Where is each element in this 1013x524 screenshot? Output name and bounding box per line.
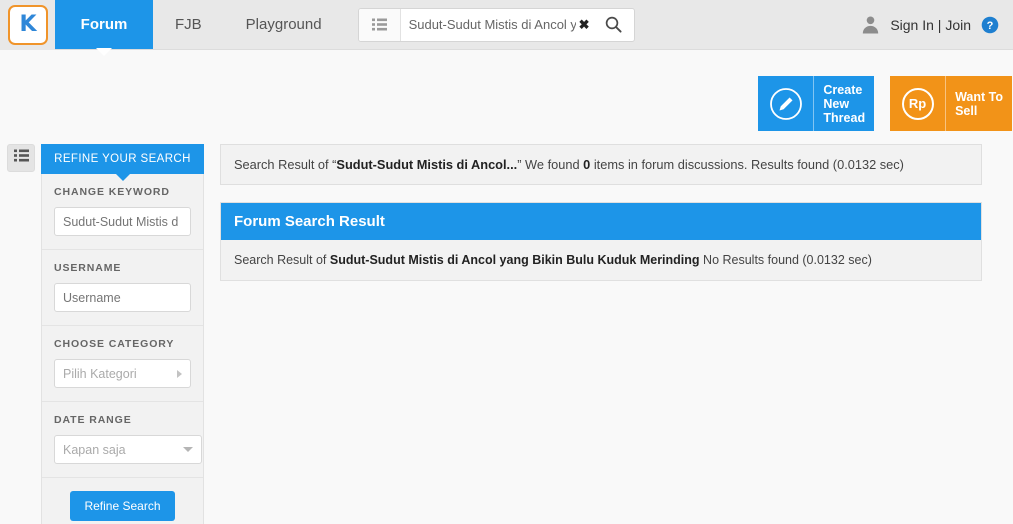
want-to-sell-line2: Sell [955, 103, 978, 118]
filter-choose-category-label: CHOOSE CATEGORY [54, 338, 175, 350]
filter-change-keyword: CHANGE KEYWORD [42, 174, 203, 250]
summary-middle: ” We found [517, 157, 584, 172]
result-body-suffix: No Results found (0.0132 sec) [699, 253, 872, 267]
summary-suffix: items in forum discussions. Results foun… [590, 157, 904, 172]
create-new-thread-label: Create New Thread [813, 76, 874, 131]
create-thread-line2: New [823, 96, 850, 111]
pencil-circle-icon [758, 76, 814, 131]
site-logo[interactable]: K [0, 0, 55, 50]
want-to-sell-label: Want To Sell [945, 76, 1012, 131]
nav-tab-fjb-label: FJB [175, 16, 202, 33]
top-header-bar: K Forum FJB Playground ✖ [0, 0, 1013, 50]
search-summary-bar: Search Result of “Sudut-Sudut Mistis di … [220, 144, 982, 185]
logo-letter-k: K [19, 12, 36, 37]
search-input-wrapper: ✖ [400, 9, 594, 41]
forum-search-result-panel: Forum Search Result Search Result of Sud… [220, 202, 982, 281]
sign-in-join-link[interactable]: Sign In | Join [890, 17, 971, 33]
date-range-select[interactable]: Kapan saja [54, 435, 202, 464]
want-to-sell-line1: Want To [955, 89, 1003, 104]
rupiah-circle-text: Rp [901, 87, 934, 120]
list-menu-icon [13, 149, 29, 167]
caret-right-icon [177, 369, 182, 378]
refine-search-panel: CHANGE KEYWORD USERNAME CHOOSE CATEGORY … [41, 174, 204, 524]
date-range-value: Kapan saja [63, 442, 126, 457]
nav-tab-forum[interactable]: Forum [55, 0, 153, 49]
summary-query: Sudut-Sudut Mistis di Ancol... [336, 157, 518, 172]
search-input[interactable] [400, 17, 594, 32]
caret-down-icon [183, 447, 193, 452]
search-results-main: Search Result of “Sudut-Sudut Mistis di … [204, 144, 1013, 524]
create-thread-line1: Create [823, 82, 863, 97]
choose-category-select[interactable]: Pilih Kategori [54, 359, 191, 388]
sidebar-toggle-button[interactable] [7, 144, 35, 172]
refine-search-button[interactable]: Refine Search [70, 491, 175, 521]
filter-date-range-label: DATE RANGE [54, 414, 132, 426]
result-body-query: Sudut-Sudut Mistis di Ancol yang Bikin B… [329, 253, 700, 267]
account-area: Sign In | Join ? [861, 0, 1013, 49]
help-circle-icon[interactable]: ? [981, 16, 999, 34]
filter-date-range: DATE RANGE Kapan saja [42, 402, 203, 478]
sidebar-toggle-column [0, 144, 41, 524]
username-input[interactable] [54, 283, 191, 312]
summary-prefix: Search Result of “ [234, 157, 337, 172]
result-body-prefix: Search Result of [234, 253, 330, 267]
global-search: ✖ [357, 7, 635, 42]
search-submit-button[interactable] [594, 9, 634, 41]
rupiah-circle-icon: Rp [890, 76, 946, 131]
create-thread-line3: Thread [823, 110, 866, 125]
forum-search-result-body: Search Result of Sudut-Sudut Mistis di A… [221, 240, 981, 280]
nav-tab-playground[interactable]: Playground [224, 0, 344, 49]
create-new-thread-button[interactable]: Create New Thread [758, 76, 875, 131]
filter-change-keyword-label: CHANGE KEYWORD [54, 186, 170, 198]
change-keyword-input[interactable] [54, 207, 191, 236]
nav-tab-forum-label: Forum [80, 16, 128, 33]
user-icon [861, 15, 880, 34]
refine-submit-block: Refine Search [42, 478, 203, 524]
nav-tab-playground-label: Playground [245, 16, 322, 33]
logo-box: K [7, 5, 48, 45]
svg-text:?: ? [987, 20, 994, 32]
search-clear-icon[interactable]: ✖ [579, 18, 590, 31]
want-to-sell-button[interactable]: Rp Want To Sell [890, 76, 1012, 131]
page-body: REFINE YOUR SEARCH CHANGE KEYWORD USERNA… [0, 131, 1013, 524]
nav-tab-fjb[interactable]: FJB [153, 0, 224, 49]
filter-username-label: USERNAME [54, 262, 122, 274]
choose-category-value: Pilih Kategori [63, 366, 137, 381]
primary-nav: Forum FJB Playground [55, 0, 344, 49]
filter-username: USERNAME [42, 250, 203, 326]
forum-search-result-title: Forum Search Result [221, 203, 981, 240]
action-buttons-row: Create New Thread Rp Want To Sell [0, 50, 1013, 131]
refine-search-sidebar: REFINE YOUR SEARCH CHANGE KEYWORD USERNA… [41, 144, 204, 524]
filter-choose-category: CHOOSE CATEGORY Pilih Kategori [42, 326, 203, 402]
refine-search-header: REFINE YOUR SEARCH [41, 144, 204, 174]
search-category-icon[interactable] [358, 8, 401, 41]
